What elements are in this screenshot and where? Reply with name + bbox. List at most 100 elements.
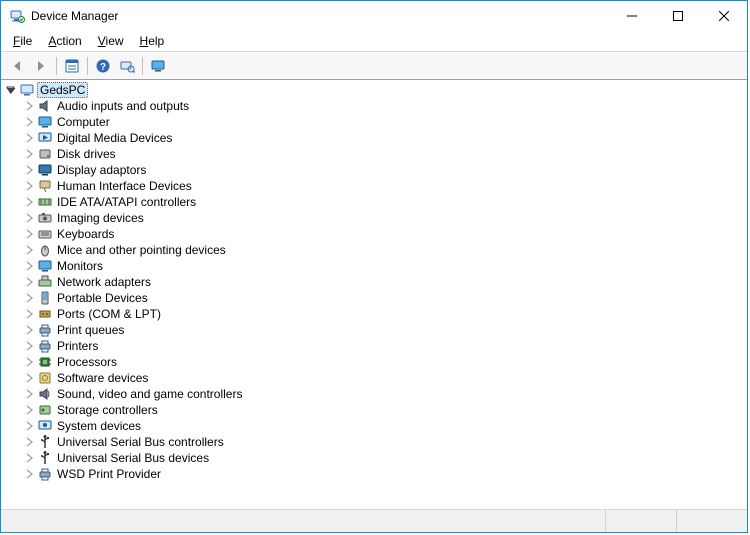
- expand-arrow-icon[interactable]: [23, 276, 35, 288]
- tree-item-label: Printers: [57, 339, 98, 353]
- expand-arrow-icon[interactable]: [23, 372, 35, 384]
- tree-root[interactable]: GedsPC Audio inputs and outputsComputerD…: [5, 82, 747, 482]
- back-button[interactable]: [6, 55, 28, 77]
- expand-arrow-icon[interactable]: [23, 148, 35, 160]
- tree-item[interactable]: Portable Devices: [5, 290, 747, 306]
- tree-item[interactable]: Imaging devices: [5, 210, 747, 226]
- expand-arrow-icon[interactable]: [23, 468, 35, 480]
- expand-arrow-icon[interactable]: [23, 244, 35, 256]
- tree-item-label: Storage controllers: [57, 403, 158, 417]
- root-label[interactable]: GedsPC: [37, 82, 88, 98]
- usb-icon: [37, 450, 53, 466]
- maximize-button[interactable]: [655, 1, 701, 31]
- expand-arrow-icon[interactable]: [23, 292, 35, 304]
- tree-item[interactable]: Mice and other pointing devices: [5, 242, 747, 258]
- minimize-button[interactable]: [609, 1, 655, 31]
- toolbar-separator: [142, 57, 143, 75]
- tree-item[interactable]: Digital Media Devices: [5, 130, 747, 146]
- window-title: Device Manager: [31, 9, 118, 23]
- forward-icon: [33, 58, 49, 74]
- expand-arrow-icon[interactable]: [23, 116, 35, 128]
- show-monitor-icon: [150, 58, 166, 74]
- properties-icon: [64, 58, 80, 74]
- toolbar: ?: [1, 52, 747, 80]
- menubar: File Action View Help: [1, 31, 747, 52]
- tree-item[interactable]: Universal Serial Bus controllers: [5, 434, 747, 450]
- storage-icon: [37, 402, 53, 418]
- software-icon: [37, 370, 53, 386]
- tree-item[interactable]: WSD Print Provider: [5, 466, 747, 482]
- help-button[interactable]: ?: [92, 55, 114, 77]
- expand-arrow-icon[interactable]: [23, 132, 35, 144]
- expand-arrow-icon[interactable]: [23, 212, 35, 224]
- titlebar[interactable]: Device Manager: [1, 1, 747, 31]
- tree-item[interactable]: Print queues: [5, 322, 747, 338]
- show-monitor-button[interactable]: [147, 55, 169, 77]
- audio-icon: [37, 98, 53, 114]
- tree-item[interactable]: Monitors: [5, 258, 747, 274]
- tree-item-label: System devices: [57, 419, 141, 433]
- tree-item[interactable]: Computer: [5, 114, 747, 130]
- monitor-icon: [37, 114, 53, 130]
- close-button[interactable]: [701, 1, 747, 31]
- monitor-icon: [37, 258, 53, 274]
- tree-item[interactable]: Sound, video and game controllers: [5, 386, 747, 402]
- menu-view[interactable]: View: [90, 33, 132, 49]
- properties-button[interactable]: [61, 55, 83, 77]
- tree-item[interactable]: Keyboards: [5, 226, 747, 242]
- expand-arrow-icon[interactable]: [23, 388, 35, 400]
- expand-arrow-icon[interactable]: [23, 324, 35, 336]
- expand-arrow-icon[interactable]: [23, 340, 35, 352]
- display-icon: [37, 162, 53, 178]
- tree-item-label: Software devices: [57, 371, 148, 385]
- menu-action[interactable]: Action: [40, 33, 89, 49]
- media-icon: [37, 130, 53, 146]
- tree-item-label: IDE ATA/ATAPI controllers: [57, 195, 196, 209]
- expand-arrow-icon[interactable]: [23, 260, 35, 272]
- tree-item[interactable]: System devices: [5, 418, 747, 434]
- tree-item[interactable]: Printers: [5, 338, 747, 354]
- tree-item-label: Human Interface Devices: [57, 179, 192, 193]
- scan-button[interactable]: [116, 55, 138, 77]
- status-cell: [1, 510, 605, 532]
- tree-item[interactable]: Ports (COM & LPT): [5, 306, 747, 322]
- tree-item[interactable]: Processors: [5, 354, 747, 370]
- expand-arrow-icon[interactable]: [23, 452, 35, 464]
- tree-item[interactable]: Human Interface Devices: [5, 178, 747, 194]
- tree-item[interactable]: Audio inputs and outputs: [5, 98, 747, 114]
- expand-arrow-icon[interactable]: [23, 436, 35, 448]
- disk-icon: [37, 146, 53, 162]
- printer-icon: [37, 338, 53, 354]
- expand-arrow-icon[interactable]: [23, 100, 35, 112]
- tree-item-label: Mice and other pointing devices: [57, 243, 226, 257]
- menu-help[interactable]: Help: [132, 33, 173, 49]
- tree-item-label: Computer: [57, 115, 110, 129]
- tree-item[interactable]: Network adapters: [5, 274, 747, 290]
- expand-arrow-icon[interactable]: [5, 84, 17, 96]
- tree-item-label: Monitors: [57, 259, 103, 273]
- tree-item-label: Sound, video and game controllers: [57, 387, 242, 401]
- tree-item[interactable]: IDE ATA/ATAPI controllers: [5, 194, 747, 210]
- tree-item[interactable]: Display adaptors: [5, 162, 747, 178]
- expand-arrow-icon[interactable]: [23, 356, 35, 368]
- tree-item[interactable]: Storage controllers: [5, 402, 747, 418]
- expand-arrow-icon[interactable]: [23, 404, 35, 416]
- device-tree[interactable]: GedsPC Audio inputs and outputsComputerD…: [1, 80, 747, 507]
- expand-arrow-icon[interactable]: [23, 308, 35, 320]
- port-icon: [37, 306, 53, 322]
- keyboard-icon: [37, 226, 53, 242]
- toolbar-separator: [56, 57, 57, 75]
- expand-arrow-icon[interactable]: [23, 228, 35, 240]
- expand-arrow-icon[interactable]: [23, 420, 35, 432]
- tree-item[interactable]: Software devices: [5, 370, 747, 386]
- statusbar: [1, 509, 747, 532]
- forward-button[interactable]: [30, 55, 52, 77]
- expand-arrow-icon[interactable]: [23, 196, 35, 208]
- menu-file[interactable]: File: [5, 33, 40, 49]
- toolbar-separator: [87, 57, 88, 75]
- svg-text:?: ?: [100, 62, 106, 73]
- tree-item[interactable]: Disk drives: [5, 146, 747, 162]
- tree-item[interactable]: Universal Serial Bus devices: [5, 450, 747, 466]
- expand-arrow-icon[interactable]: [23, 180, 35, 192]
- expand-arrow-icon[interactable]: [23, 164, 35, 176]
